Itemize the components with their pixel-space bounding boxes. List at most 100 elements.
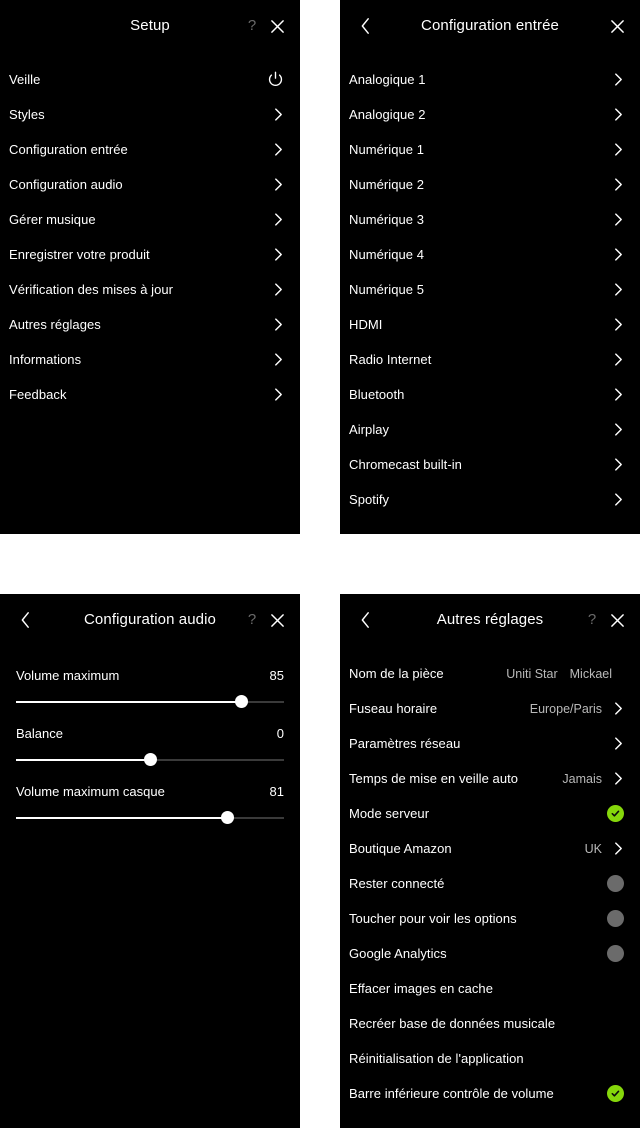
list-item-label: Google Analytics bbox=[349, 946, 447, 961]
chevron-right-icon bbox=[272, 352, 284, 367]
close-icon[interactable] bbox=[604, 594, 630, 646]
chevron-right-icon bbox=[272, 107, 284, 122]
chevron-right-icon bbox=[612, 282, 624, 297]
list-item[interactable]: Boutique Amazon UK bbox=[340, 831, 640, 866]
list-item[interactable]: Numérique 2 bbox=[340, 167, 640, 202]
list-item-label: Gérer musique bbox=[9, 212, 96, 227]
list-item[interactable]: Analogique 2 bbox=[340, 97, 640, 132]
setup-header: Setup ? bbox=[0, 0, 300, 52]
list-item[interactable]: Analogique 1 bbox=[340, 62, 640, 97]
help-icon[interactable]: ? bbox=[242, 0, 262, 52]
chevron-right-icon bbox=[612, 771, 624, 786]
help-icon[interactable]: ? bbox=[582, 594, 602, 646]
list-item[interactable]: Numérique 5 bbox=[340, 272, 640, 307]
list-item[interactable]: Configuration entrée bbox=[0, 132, 300, 167]
list-item[interactable]: HDMI bbox=[340, 307, 640, 342]
list-item[interactable]: Gérer musique bbox=[0, 202, 300, 237]
input-config-panel: Configuration entrée Analogique 1 Analogi… bbox=[340, 0, 640, 534]
chevron-right-icon bbox=[612, 457, 624, 472]
list-item-label: Numérique 4 bbox=[349, 247, 424, 262]
list-item[interactable]: Réinitialisation de l'application bbox=[340, 1041, 640, 1076]
list-item-label: Temps de mise en veille auto bbox=[349, 771, 519, 786]
list-item[interactable]: Vérification des mises à jour bbox=[0, 272, 300, 307]
chevron-right-icon bbox=[272, 317, 284, 332]
list-item[interactable]: Toucher pour voir les options bbox=[340, 901, 640, 936]
slider-track[interactable] bbox=[16, 692, 284, 712]
list-item[interactable]: Numérique 3 bbox=[340, 202, 640, 237]
list-item-label: Boutique Amazon bbox=[349, 841, 452, 856]
slider-thumb[interactable] bbox=[234, 695, 248, 708]
list-item[interactable]: Styles bbox=[0, 97, 300, 132]
list-item-label: Veille bbox=[9, 72, 41, 87]
slider-fill bbox=[16, 759, 150, 761]
list-item[interactable]: Numérique 4 bbox=[340, 237, 640, 272]
toggle-off-icon[interactable] bbox=[607, 945, 624, 962]
close-icon[interactable] bbox=[264, 594, 290, 646]
slider-track[interactable] bbox=[16, 808, 284, 828]
list-item[interactable]: Bluetooth bbox=[340, 377, 640, 412]
slider-track[interactable] bbox=[16, 750, 284, 770]
slider-label: Volume maximum casque bbox=[16, 784, 165, 799]
list-item[interactable]: Temps de mise en veille auto Jamais bbox=[340, 761, 640, 796]
list-item[interactable]: Nom de la pièce Uniti Star Mickael bbox=[340, 656, 640, 691]
list-item-label: Vérification des mises à jour bbox=[9, 282, 174, 297]
toggle-off-icon[interactable] bbox=[607, 875, 624, 892]
slider-block: Volume maximum casque 81 bbox=[0, 784, 300, 828]
page-title: Configuration entrée bbox=[421, 17, 559, 34]
audio-config-panel: Configuration audio ? Volume maximum 85 Ba… bbox=[0, 594, 300, 1128]
list-item-label: HDMI bbox=[349, 317, 383, 332]
list-item[interactable]: Rester connecté bbox=[340, 866, 640, 901]
chevron-right-icon bbox=[612, 841, 624, 856]
chevron-right-icon bbox=[612, 107, 624, 122]
list-item-label: Enregistrer votre produit bbox=[9, 247, 150, 262]
list-item[interactable]: Effacer images en cache bbox=[340, 971, 640, 1006]
list-item[interactable]: Informations bbox=[0, 342, 300, 377]
slider-thumb[interactable] bbox=[143, 753, 157, 766]
list-item[interactable]: Airplay bbox=[340, 412, 640, 447]
input-list: Analogique 1 Analogique 2 Numérique 1 Numér… bbox=[340, 52, 640, 517]
list-item[interactable]: Mode serveur bbox=[340, 796, 640, 831]
list-item-label: Configuration entrée bbox=[9, 142, 128, 157]
chevron-right-icon bbox=[272, 212, 284, 227]
list-item-value: Uniti Star bbox=[506, 666, 558, 681]
list-item[interactable]: Autres réglages bbox=[0, 307, 300, 342]
list-item[interactable]: Recréer base de données musicale bbox=[340, 1006, 640, 1041]
setup-panel: Setup ? Veille Styles Configuration entrée… bbox=[0, 0, 300, 534]
close-icon[interactable] bbox=[264, 0, 290, 52]
power-icon[interactable] bbox=[266, 71, 284, 89]
list-item-label: Nom de la pièce bbox=[349, 666, 444, 681]
slider-block: Volume maximum 85 bbox=[0, 668, 300, 712]
list-item-value: Jamais bbox=[562, 771, 602, 786]
slider-label: Balance bbox=[16, 726, 63, 741]
checkmark-toggle-on-icon[interactable] bbox=[607, 1085, 624, 1102]
chevron-right-icon bbox=[272, 282, 284, 297]
slider-thumb[interactable] bbox=[221, 811, 235, 824]
chevron-right-icon bbox=[612, 736, 624, 751]
list-item[interactable]: Chromecast built-in bbox=[340, 447, 640, 482]
list-item[interactable]: Paramètres réseau bbox=[340, 726, 640, 761]
chevron-right-icon bbox=[612, 177, 624, 192]
close-icon[interactable] bbox=[604, 0, 630, 52]
chevron-right-icon bbox=[612, 701, 624, 716]
list-item[interactable]: Numérique 1 bbox=[340, 132, 640, 167]
chevron-right-icon bbox=[272, 247, 284, 262]
list-item-label: Spotify bbox=[349, 492, 390, 507]
chevron-right-icon bbox=[272, 387, 284, 402]
slider-block: Balance 0 bbox=[0, 726, 300, 770]
list-item[interactable]: Google Analytics bbox=[340, 936, 640, 971]
list-item[interactable]: Enregistrer votre produit bbox=[0, 237, 300, 272]
list-item-label: Réinitialisation de l'application bbox=[349, 1051, 524, 1066]
list-item-label: Airplay bbox=[349, 422, 390, 437]
list-item[interactable]: Feedback bbox=[0, 377, 300, 412]
slider-value: 0 bbox=[276, 726, 284, 741]
checkmark-toggle-on-icon[interactable] bbox=[607, 805, 624, 822]
list-item[interactable]: Veille bbox=[0, 62, 300, 97]
chevron-right-icon bbox=[612, 387, 624, 402]
toggle-off-icon[interactable] bbox=[607, 910, 624, 927]
list-item[interactable]: Fuseau horaire Europe/Paris bbox=[340, 691, 640, 726]
list-item[interactable]: Spotify bbox=[340, 482, 640, 517]
list-item[interactable]: Barre inférieure contrôle de volume bbox=[340, 1076, 640, 1111]
list-item[interactable]: Radio Internet bbox=[340, 342, 640, 377]
help-icon[interactable]: ? bbox=[242, 594, 262, 646]
list-item[interactable]: Configuration audio bbox=[0, 167, 300, 202]
